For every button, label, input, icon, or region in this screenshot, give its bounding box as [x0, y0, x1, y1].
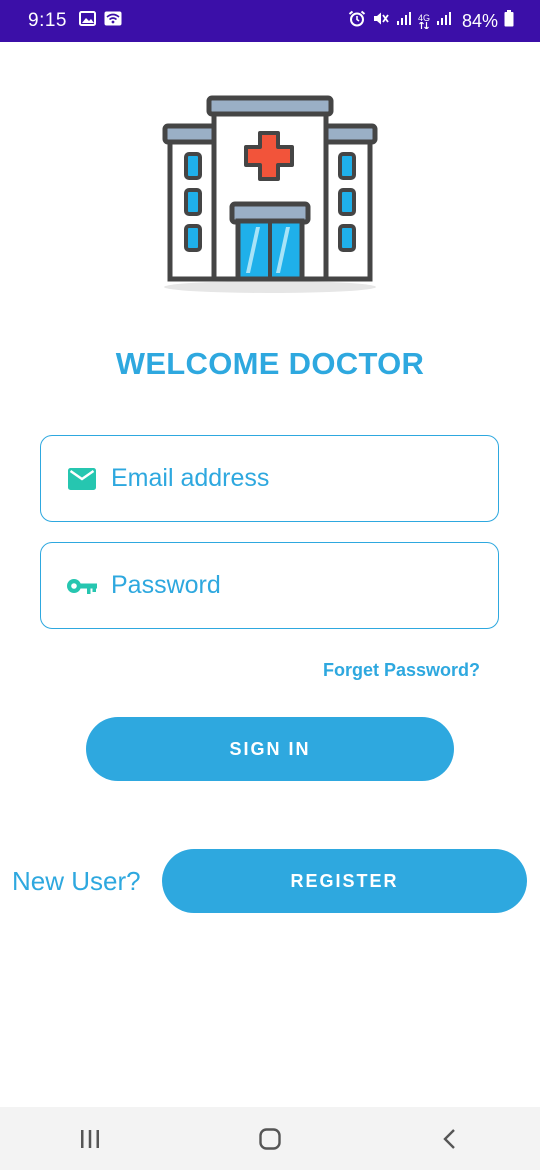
- alarm-icon: [348, 10, 366, 32]
- back-icon[interactable]: [420, 1119, 480, 1159]
- wifi-icon: [104, 11, 122, 31]
- forget-password-link[interactable]: Forget Password?: [323, 660, 480, 681]
- status-notification-icons: [78, 11, 122, 31]
- signal-icon-2: [436, 11, 452, 31]
- email-field[interactable]: [40, 435, 499, 522]
- network-4g-icon: 4G: [417, 12, 430, 29]
- page-title: WELCOME DOCTOR: [115, 346, 425, 381]
- status-system-icons: 4G 84%: [348, 10, 514, 32]
- battery-percent: 84%: [461, 10, 498, 31]
- hospital-icon: [160, 93, 380, 298]
- gallery-icon: [78, 11, 96, 31]
- mail-icon: [67, 464, 97, 494]
- email-input[interactable]: [111, 464, 451, 493]
- password-input[interactable]: [111, 571, 451, 600]
- sign-in-button[interactable]: SIGN IN: [86, 717, 454, 781]
- recent-apps-icon[interactable]: [60, 1119, 120, 1159]
- mute-icon: [372, 10, 390, 32]
- key-icon: [67, 571, 97, 601]
- new-user-label: New User?: [12, 866, 141, 896]
- password-field[interactable]: [40, 542, 499, 629]
- home-icon[interactable]: [240, 1119, 300, 1159]
- battery-icon: [504, 10, 514, 32]
- navigation-bar: [0, 1107, 540, 1170]
- signal-icon: [396, 11, 412, 31]
- network-type: 4G: [417, 12, 430, 23]
- status-time: 9:15: [28, 10, 67, 31]
- status-bar: 9:15 4G 84%: [0, 0, 540, 42]
- register-button[interactable]: REGISTER: [162, 849, 527, 913]
